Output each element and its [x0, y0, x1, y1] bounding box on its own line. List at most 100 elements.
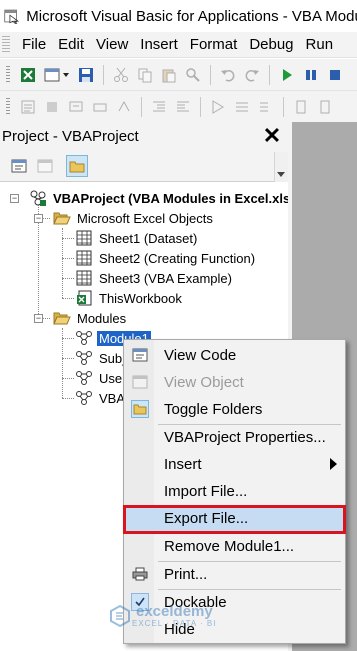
- menu-item-dockable[interactable]: Dockable: [124, 589, 345, 616]
- tree-node-sheet3[interactable]: Sheet3 (VBA Example): [74, 268, 234, 288]
- toggle-folders-icon[interactable]: [66, 155, 88, 177]
- excel-view-icon[interactable]: [19, 66, 37, 84]
- menu-item-label: View Object: [164, 374, 244, 391]
- menu-format[interactable]: Format: [184, 36, 244, 53]
- toolbar-separator: [200, 96, 201, 117]
- menu-item-label: Dockable: [164, 594, 227, 611]
- printer-icon: [131, 565, 149, 583]
- break-icon[interactable]: [302, 66, 320, 84]
- menu-item-remove-module[interactable]: Remove Module1...: [124, 533, 345, 560]
- tree-node-label: Modules: [77, 310, 127, 326]
- menubar-grip[interactable]: [2, 35, 10, 54]
- menu-edit[interactable]: Edit: [52, 36, 90, 53]
- menu-item-view-code[interactable]: View Code: [124, 342, 345, 369]
- expander-collapse-icon[interactable]: −: [10, 194, 19, 203]
- tree-node-label: Sheet1 (Dataset): [99, 230, 198, 246]
- menu-item-toggle-folders[interactable]: Toggle Folders: [124, 396, 345, 423]
- toggle-bookmark-icon[interactable]: [292, 98, 310, 116]
- menu-item-label: Export File...: [164, 510, 249, 527]
- next-bookmark-icon[interactable]: [316, 98, 334, 116]
- menu-item-export-file[interactable]: Export File...: [123, 505, 346, 534]
- tree-node-sheet2[interactable]: Sheet2 (Creating Function): [74, 248, 257, 268]
- tree-node-label: ThisWorkbook: [99, 290, 182, 306]
- paste-icon[interactable]: [160, 66, 178, 84]
- toolbar-separator: [141, 96, 142, 117]
- module-icon: [74, 369, 94, 387]
- toolbar-separator: [283, 96, 284, 117]
- menu-debug[interactable]: Debug: [243, 36, 299, 53]
- find-icon[interactable]: [184, 66, 202, 84]
- tree-node-vbaproject[interactable]: VBAProject (VBA Modules in Excel.xlsm): [28, 188, 288, 208]
- uncomment-block-icon[interactable]: [257, 98, 275, 116]
- redo-icon[interactable]: [243, 66, 261, 84]
- submenu-arrow-icon: [330, 458, 337, 470]
- save-icon[interactable]: [77, 66, 95, 84]
- list-properties-icon[interactable]: [19, 98, 37, 116]
- menu-item-label: Insert: [164, 456, 202, 473]
- toolbar-separator: [269, 64, 270, 85]
- menu-item-hide[interactable]: Hide: [124, 616, 345, 643]
- tree-node-module-vba[interactable]: VBA: [74, 388, 127, 408]
- reset-icon[interactable]: [326, 66, 344, 84]
- undo-icon[interactable]: [219, 66, 237, 84]
- cut-icon[interactable]: [112, 66, 130, 84]
- menu-item-label: Import File...: [164, 483, 248, 500]
- run-icon[interactable]: [278, 66, 296, 84]
- expander-collapse-icon[interactable]: −: [34, 314, 43, 323]
- tree-node-excel-objects[interactable]: Microsoft Excel Objects: [52, 208, 215, 228]
- project-panel-title: Project - VBAProject: [2, 127, 139, 145]
- expander-collapse-icon[interactable]: −: [34, 214, 43, 223]
- list-constants-icon[interactable]: [43, 98, 61, 116]
- outdent-icon[interactable]: [174, 98, 192, 116]
- tree-node-module-user[interactable]: User: [74, 368, 128, 388]
- menu-item-label: Toggle Folders: [164, 401, 263, 418]
- tree-scrollbar[interactable]: [274, 152, 288, 182]
- workbook-icon: [74, 289, 94, 307]
- menu-view[interactable]: View: [90, 36, 134, 53]
- tree-node-sheet1[interactable]: Sheet1 (Dataset): [74, 228, 199, 248]
- view-code-icon: [131, 346, 149, 364]
- complete-word-icon[interactable]: [115, 98, 133, 116]
- worksheet-icon: [74, 249, 94, 267]
- tree-node-label: VBAProject (VBA Modules in Excel.xlsm): [53, 190, 288, 206]
- context-menu: View Code View Object Toggle Folders VBA…: [123, 339, 346, 644]
- tree-node-modules-folder[interactable]: Modules: [52, 308, 128, 328]
- vba-app-icon: [4, 9, 20, 24]
- quick-info-icon[interactable]: [67, 98, 85, 116]
- menu-file[interactable]: File: [16, 36, 52, 53]
- menu-item-print[interactable]: Print...: [124, 561, 345, 588]
- title-bar: Microsoft Visual Basic for Applications …: [0, 0, 357, 32]
- menu-item-label: Print...: [164, 566, 208, 583]
- close-icon[interactable]: ✕: [259, 123, 285, 148]
- tree-node-label: Microsoft Excel Objects: [77, 210, 213, 226]
- copy-icon[interactable]: [136, 66, 154, 84]
- insert-userform-icon[interactable]: [43, 66, 71, 84]
- menu-item-import-file[interactable]: Import File...: [124, 478, 345, 505]
- tree-node-thisworkbook[interactable]: ThisWorkbook: [74, 288, 184, 308]
- worksheet-icon: [74, 229, 94, 247]
- menu-run[interactable]: Run: [300, 36, 340, 53]
- view-code-icon[interactable]: [8, 155, 30, 177]
- comment-block-icon[interactable]: [233, 98, 251, 116]
- toolbar-grip[interactable]: [6, 65, 10, 84]
- menu-item-insert[interactable]: Insert: [124, 451, 345, 478]
- worksheet-icon: [74, 269, 94, 287]
- parameter-info-icon[interactable]: [91, 98, 109, 116]
- tree-node-label: Sheet3 (VBA Example): [99, 270, 232, 286]
- open-folder-icon: [52, 209, 72, 227]
- toolbar-grip[interactable]: [6, 97, 10, 116]
- menu-item-label: Hide: [164, 621, 195, 638]
- menu-item-label: Remove Module1...: [164, 538, 295, 555]
- toolbar-separator: [210, 64, 211, 85]
- menu-insert[interactable]: Insert: [134, 36, 184, 53]
- view-object-icon[interactable]: [34, 155, 56, 177]
- menu-item-view-object[interactable]: View Object: [124, 369, 345, 396]
- view-object-icon: [131, 373, 149, 391]
- edit-toolbar: [0, 91, 357, 123]
- indent-icon[interactable]: [150, 98, 168, 116]
- project-panel-header: Project - VBAProject ✕: [0, 122, 288, 150]
- toggle-breakpoint-icon[interactable]: [209, 98, 227, 116]
- toolbar-separator: [103, 64, 104, 85]
- menu-item-project-properties[interactable]: VBAProject Properties...: [124, 424, 345, 451]
- module-icon: [74, 389, 94, 407]
